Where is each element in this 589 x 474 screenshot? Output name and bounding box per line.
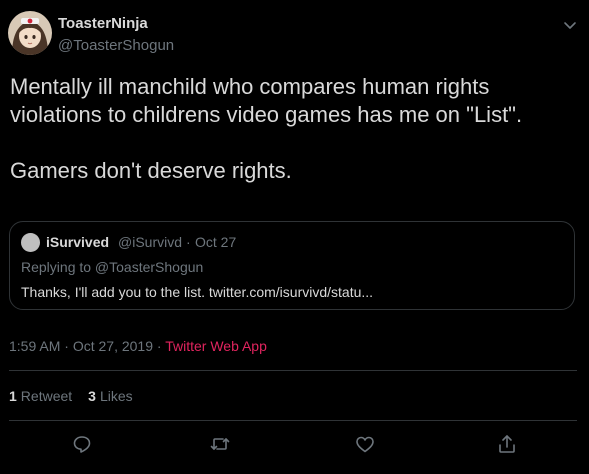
meta-separator: · xyxy=(64,338,69,354)
quoted-replying-to: Replying to @ToasterShogun xyxy=(21,259,204,275)
likes-label: Likes xyxy=(99,388,133,404)
chevron-down-icon xyxy=(564,22,576,29)
author-handle[interactable]: @ToasterShogun xyxy=(58,37,174,54)
tweet-line: violations to childrens video games has … xyxy=(10,102,523,127)
tweet-meta: 1:59 AM · Oct 27, 2019 · Twitter Web App xyxy=(9,338,267,354)
meta-separator: · xyxy=(156,338,162,354)
retweet-button[interactable] xyxy=(208,432,232,456)
retweets-count: 1 xyxy=(9,388,17,404)
divider xyxy=(9,370,577,371)
retweets-label: Retweet xyxy=(20,388,73,404)
tweet-line: Mentally ill manchild who compares human… xyxy=(10,74,490,99)
tweet-source-link[interactable]: Twitter Web App xyxy=(165,338,267,354)
quoted-author-handle: @iSurvivd xyxy=(118,234,183,250)
like-icon xyxy=(356,436,374,453)
quoted-author-name: iSurvived xyxy=(46,234,110,250)
quoted-separator: · xyxy=(186,234,191,250)
avatar-image xyxy=(8,11,52,55)
tweet-line: Gamers don't deserve rights. xyxy=(10,158,292,183)
tweet-time[interactable]: 1:59 AM xyxy=(9,338,60,354)
like-button[interactable] xyxy=(353,432,377,456)
retweet-icon xyxy=(210,438,230,450)
tweet-text: Mentally ill manchild who compares human… xyxy=(10,73,580,185)
author-name[interactable]: ToasterNinja xyxy=(58,15,148,32)
share-icon xyxy=(499,435,515,453)
retweets-stat[interactable]: 1 Retweet xyxy=(9,388,72,404)
quoted-tweet[interactable]: iSurvived @iSurvivd · Oct 27 Replying to… xyxy=(9,221,575,310)
tweet-date[interactable]: Oct 27, 2019 xyxy=(73,338,153,354)
likes-stat[interactable]: 3 Likes xyxy=(88,388,132,404)
divider xyxy=(9,420,577,421)
author-avatar[interactable] xyxy=(8,11,52,55)
reply-icon xyxy=(73,436,91,453)
share-button[interactable] xyxy=(495,432,519,456)
tweet-stats: 1 Retweet 3 Likes xyxy=(9,388,133,404)
likes-count: 3 xyxy=(88,388,96,404)
quoted-date: Oct 27 xyxy=(195,234,237,250)
reply-button[interactable] xyxy=(70,432,94,456)
quoted-text: Thanks, I'll add you to the list. twitte… xyxy=(21,284,374,300)
more-options-button[interactable] xyxy=(559,14,581,36)
quoted-author-avatar xyxy=(21,233,40,252)
